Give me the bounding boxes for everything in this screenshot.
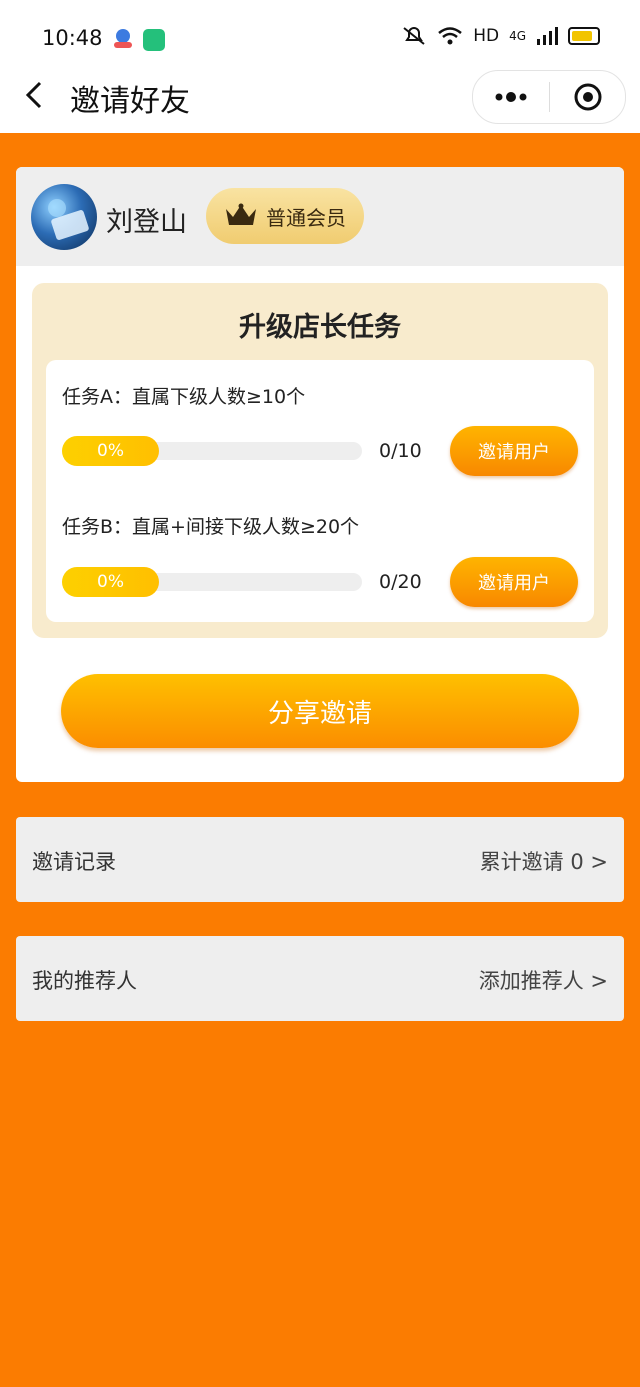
battery-icon <box>568 27 600 45</box>
task-b-count: 0/20 <box>379 571 422 593</box>
close-button[interactable] <box>550 71 625 123</box>
network-label: HD <box>473 26 500 46</box>
invite-record-row[interactable]: 邀请记录 累计邀请 0 > <box>16 817 624 902</box>
member-badge: 普通会员 <box>206 188 364 244</box>
share-invite-button[interactable]: 分享邀请 <box>61 674 579 748</box>
task-a-label: 任务A：直属下级人数≥10个 <box>62 386 306 408</box>
more-button[interactable] <box>473 71 549 123</box>
task-b-progress-fill: 0% <box>62 567 159 597</box>
task-section-title: 升级店长任务 <box>239 312 401 343</box>
invite-record-label: 邀请记录 <box>32 850 116 874</box>
referrer-row[interactable]: 我的推荐人 添加推荐人 > <box>16 936 624 1021</box>
add-referrer-link: 添加推荐人 > <box>478 969 608 993</box>
mini-program-capsule <box>472 70 626 124</box>
task-a-invite-button[interactable]: 邀请用户 <box>450 426 578 476</box>
invite-record-value: 累计邀请 0 > <box>479 850 608 874</box>
task-a-count: 0/10 <box>379 440 422 462</box>
avatar-image <box>48 199 89 240</box>
upgrade-task-box: 升级店长任务 任务A：直属下级人数≥10个 0% 0/10 邀请用户 任务B：直… <box>32 283 608 638</box>
user-name: 刘登山 <box>106 207 187 238</box>
task-b-invite-button[interactable]: 邀请用户 <box>450 557 578 607</box>
app-notification-icon <box>114 29 132 48</box>
task-a-progress-bar: 0% <box>62 436 362 466</box>
signal-label: 4G <box>509 29 526 43</box>
wifi-icon <box>438 27 462 45</box>
task-a-progress-fill: 0% <box>62 436 159 466</box>
referrer-label: 我的推荐人 <box>32 969 137 993</box>
task-b-progress-bar: 0% <box>62 567 362 597</box>
avatar <box>31 184 97 250</box>
status-indicators: HD 4G <box>401 26 600 46</box>
more-dots-icon <box>495 92 527 102</box>
member-level-label: 普通会员 <box>266 205 346 230</box>
status-time: 10:48 <box>42 26 103 50</box>
battery-app-icon <box>143 29 165 51</box>
user-row: 刘登山 普通会员 <box>16 167 624 266</box>
back-icon[interactable] <box>20 80 50 110</box>
top-bar: 10:48 HD 4G 邀请好友 <box>0 0 640 133</box>
crown-icon <box>226 203 256 225</box>
task-list: 任务A：直属下级人数≥10个 0% 0/10 邀请用户 任务B：直属+间接下级人… <box>46 360 594 622</box>
invite-card: 刘登山 普通会员 升级店长任务 任务A：直属下级人数≥10个 0% 0/10 邀… <box>16 167 624 782</box>
signal-bars-icon <box>537 27 558 45</box>
target-circle-icon <box>574 83 601 111</box>
mute-bell-icon <box>403 27 425 45</box>
page-title: 邀请好友 <box>70 84 190 119</box>
task-b-label: 任务B：直属+间接下级人数≥20个 <box>62 516 360 538</box>
